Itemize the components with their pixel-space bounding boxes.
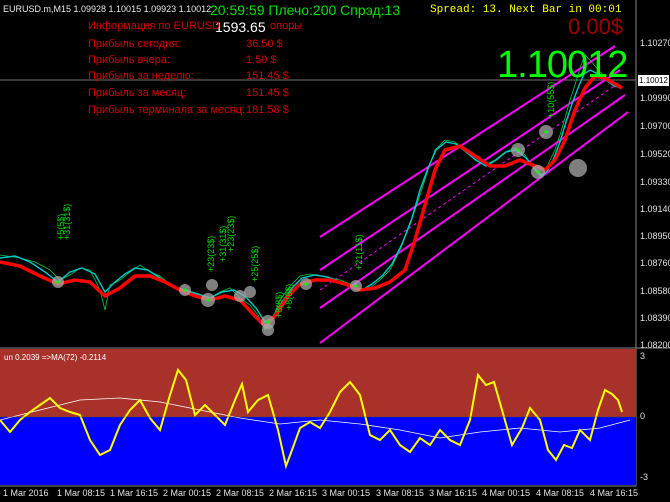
time-tick: 2 Mar 08:15: [216, 488, 265, 498]
info-label-yesterday: Прибыль вчера:: [88, 54, 171, 66]
trade-signal-label: +10(55$): [546, 81, 556, 118]
price-tick: 1.09520: [640, 149, 670, 159]
info-label-month: Прибыль за месяц:: [88, 87, 187, 99]
indicator-tick-zero: 0: [640, 411, 646, 421]
position-value: 1593.65: [215, 19, 266, 35]
price-tick: 1.10270: [640, 38, 670, 48]
trade-signal-label: +31(31$): [62, 203, 72, 240]
info-title-value: опоры: [270, 20, 303, 32]
price-tick: 1.09140: [640, 204, 670, 214]
open-profit-display: 0.00$: [568, 14, 624, 39]
price-tick: 1.08580: [640, 286, 670, 296]
info-label-terminal-month: Прибыль терминала за месяц:: [88, 104, 245, 116]
info-value-terminal-month: 181.58 $: [246, 104, 289, 116]
info-value-yesterday: 1.50 $: [246, 54, 277, 66]
time-tick: 3 Mar 00:15: [322, 488, 371, 498]
price-tick: 1.09990: [640, 93, 670, 103]
price-tick: 1.09700: [640, 121, 670, 131]
time-tick: 3 Mar 08:15: [376, 488, 425, 498]
big-price-display: 1.10012: [497, 44, 628, 86]
current-price-box: 1.10012: [638, 75, 669, 86]
trade-signal-label: +21(11$): [354, 234, 364, 270]
info-label-week: Прибыль за неделю:: [88, 70, 194, 82]
trade-signal-label: +23(23$): [226, 215, 236, 252]
time-leverage-spread: 20:59:59 Плечо:200 Спрэд:13: [210, 2, 401, 18]
time-tick: 2 Mar 00:15: [163, 488, 212, 498]
trade-signal-label: +23(23$): [206, 235, 216, 272]
time-tick: 4 Mar 08:15: [536, 488, 585, 498]
price-tick: 1.08950: [640, 231, 670, 241]
indicator-tick-top: 3: [640, 351, 646, 361]
time-tick: 1 Mar 08:15: [57, 488, 106, 498]
symbol-header: EURUSD.m,M15 1.09928 1.10015 1.09923 1.1…: [3, 4, 212, 14]
time-tick: 1 Mar 16:15: [110, 488, 159, 498]
indicator-label: un 0.2039 =>MA(72) -0.2114: [4, 353, 107, 362]
time-tick: 4 Mar 16:15: [590, 488, 639, 498]
trade-signal-label: +25(25$): [250, 245, 260, 282]
time-tick: 3 Mar 16:15: [429, 488, 478, 498]
info-value-week: 151.45 $: [246, 70, 289, 82]
price-tick: 1.08200: [640, 340, 670, 350]
info-title: Информация по EURUSD: [88, 20, 220, 32]
trade-signal-label: +8(8$): [284, 283, 294, 310]
time-tick: 2 Mar 16:15: [269, 488, 318, 498]
price-tick: 1.08760: [640, 258, 670, 268]
info-value-month: 151.45 $: [246, 87, 289, 99]
price-tick: 1.09330: [640, 177, 670, 187]
info-label-today: Прибыль сегодня:: [88, 38, 181, 50]
time-tick: 4 Mar 00:15: [482, 488, 531, 498]
indicator-tick-bottom: -3: [640, 472, 649, 482]
time-tick: 1 Mar 2016: [3, 488, 49, 498]
info-value-today: 36.50 $: [246, 38, 283, 50]
trade-signal-label: +8(8$): [274, 291, 284, 318]
price-tick: 1.08390: [640, 313, 670, 323]
